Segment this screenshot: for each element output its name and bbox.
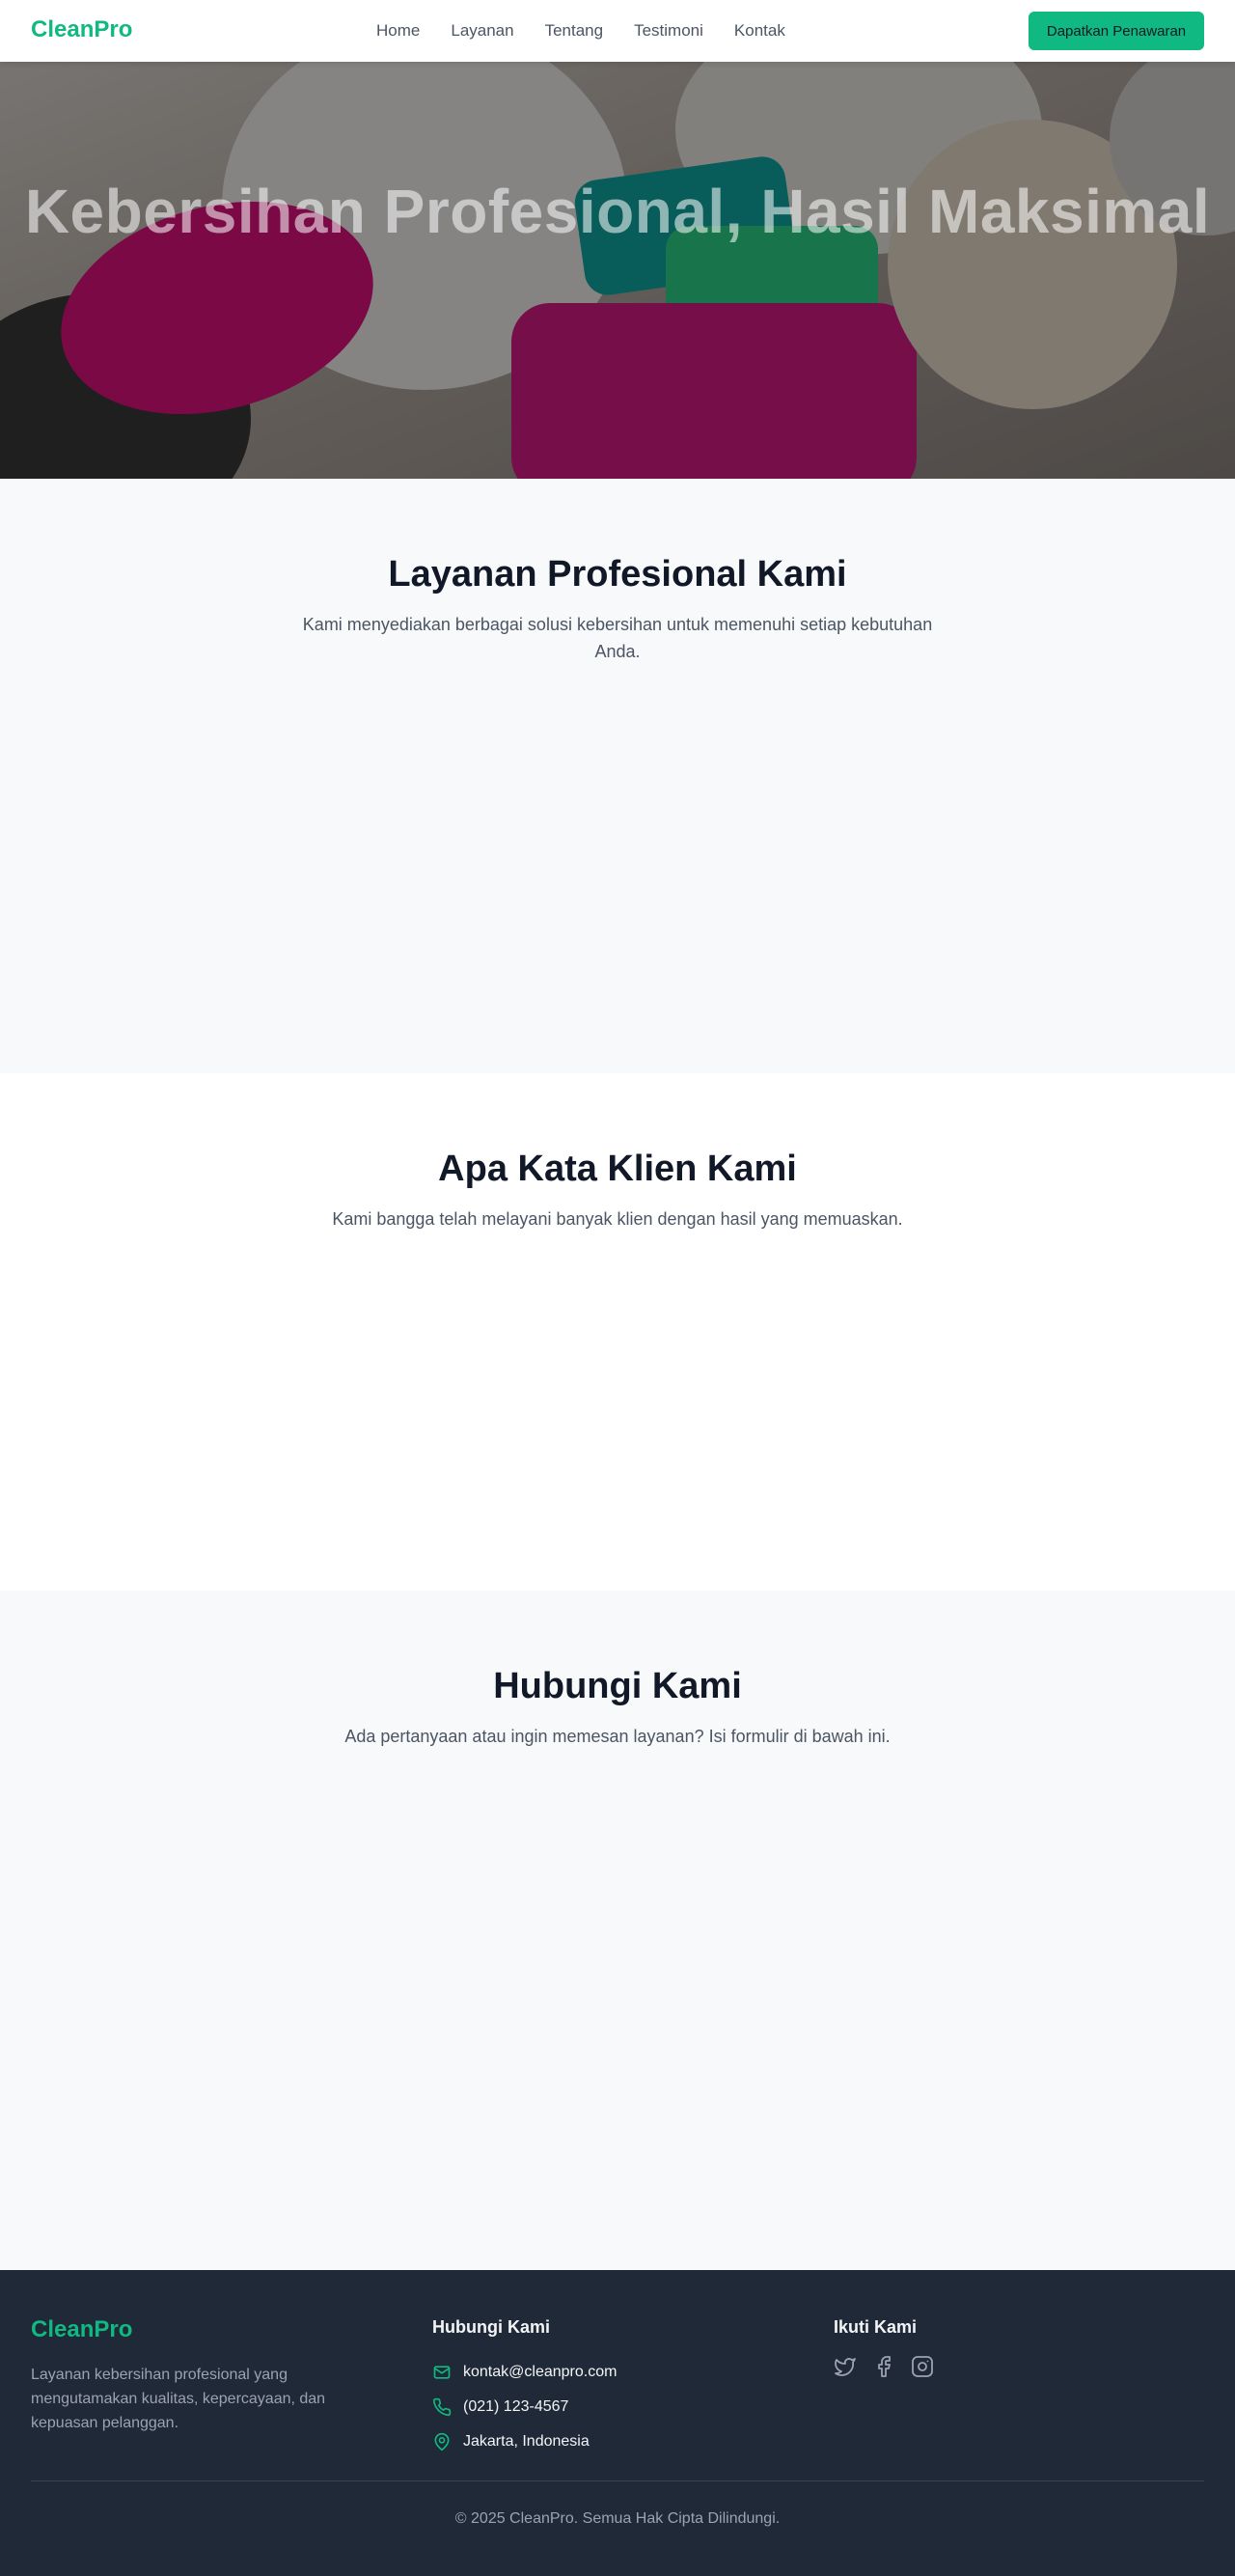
instagram-icon[interactable] — [911, 2355, 934, 2378]
contact-section: Hubungi Kami Ada pertanyaan atau ingin m… — [0, 1591, 1235, 2270]
main-nav: Home Layanan Tentang Testimoni Kontak — [376, 21, 785, 41]
nav-item-layanan[interactable]: Layanan — [451, 21, 513, 41]
footer-phone[interactable]: (021) 123-4567 — [432, 2390, 617, 2424]
facebook-icon[interactable] — [872, 2355, 895, 2378]
footer-social-title: Ikuti Kami — [834, 2317, 918, 2337]
testimonials-section: Apa Kata Klien Kami Kami bangga telah me… — [0, 1073, 1235, 1591]
services-subtitle: Kami menyediakan berbagai solusi kebersi… — [302, 615, 933, 661]
twitter-icon[interactable] — [834, 2355, 857, 2378]
site-header: CleanPro Home Layanan Tentang Testimoni … — [0, 0, 1235, 62]
nav-item-kontak[interactable]: Kontak — [734, 21, 785, 41]
footer-email[interactable]: kontak@cleanpro.com — [432, 2355, 617, 2390]
phone-icon — [432, 2397, 452, 2417]
hero-section: Kebersihan Profesional, Hasil Maksimal — [0, 62, 1235, 479]
services-section: Layanan Profesional Kami Kami menyediaka… — [0, 479, 1235, 1073]
nav-item-tentang[interactable]: Tentang — [545, 21, 604, 41]
contact-title: Hubungi Kami — [493, 1666, 742, 1706]
hero-title: Kebersihan Profesional, Hasil Maksimal — [24, 177, 1211, 246]
footer-divider — [31, 2480, 1204, 2481]
footer-email-text: kontak@cleanpro.com — [463, 2364, 618, 2380]
testimonials-subtitle: Kami bangga telah melayani banyak klien … — [332, 1209, 903, 1229]
nav-item-testimoni[interactable]: Testimoni — [634, 21, 703, 41]
footer-logo: CleanPro — [31, 2316, 133, 2342]
site-footer: CleanPro Layanan kebersihan profesional … — [0, 2270, 1235, 2576]
footer-location: Jakarta, Indonesia — [432, 2424, 617, 2459]
footer-social-links — [834, 2355, 934, 2378]
logo[interactable]: CleanPro — [31, 16, 132, 43]
footer-description: Layanan kebersihan profesional yang meng… — [31, 2367, 326, 2431]
footer-contact-title: Hubungi Kami — [432, 2317, 550, 2337]
nav-item-home[interactable]: Home — [376, 21, 420, 41]
testimonials-title: Apa Kata Klien Kami — [438, 1149, 797, 1189]
contact-subtitle: Ada pertanyaan atau ingin memesan layana… — [344, 1727, 891, 1746]
footer-location-text: Jakarta, Indonesia — [463, 2433, 590, 2450]
map-pin-icon — [434, 2432, 450, 2451]
footer-copyright: © 2025 CleanPro. Semua Hak Cipta Dilindu… — [454, 2510, 781, 2527]
services-title: Layanan Profesional Kami — [388, 554, 847, 595]
mail-icon — [433, 2366, 451, 2379]
footer-phone-text: (021) 123-4567 — [463, 2398, 569, 2415]
get-quote-button[interactable]: Dapatkan Penawaran — [1029, 12, 1204, 50]
footer-contact-list: kontak@cleanpro.com (021) 123-4567 Jakar… — [432, 2355, 617, 2459]
